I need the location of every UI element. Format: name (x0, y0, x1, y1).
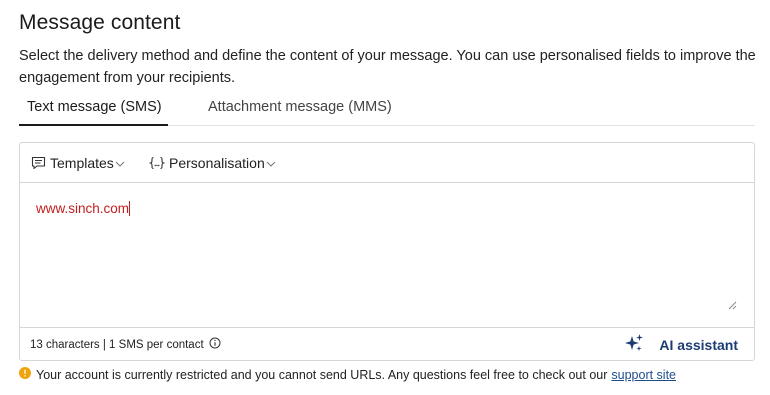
page-title: Message content (19, 11, 181, 34)
tab-mms[interactable]: Attachment message (MMS) (208, 94, 392, 126)
editor-footer: 13 characters | 1 SMS per contact AI ass… (20, 327, 754, 360)
info-icon[interactable] (209, 337, 221, 352)
support-site-link[interactable]: support site (611, 368, 676, 382)
personalisation-dropdown[interactable]: Personalisation (149, 143, 276, 183)
character-count-text: 13 characters | 1 SMS per contact (30, 338, 204, 351)
page-description: Select the delivery method and define th… (19, 48, 756, 86)
templates-dropdown[interactable]: Templates (31, 143, 125, 183)
editor-toolbar: Templates Personalisation (20, 143, 754, 183)
sparkles-icon (624, 333, 644, 356)
message-textarea[interactable]: www.sinch.com (20, 183, 754, 328)
tab-sms[interactable]: Text message (SMS) (19, 94, 168, 126)
notice-text: Your account is currently restricted and… (36, 367, 608, 382)
message-type-tabs: Text message (SMS) Attachment message (M… (19, 94, 755, 126)
text-caret (129, 201, 131, 216)
message-editor: Templates Personalisation www.sinch.com (19, 142, 755, 361)
chevron-down-icon (266, 160, 276, 168)
restriction-notice: Your account is currently restricted and… (19, 367, 676, 382)
warning-icon (19, 367, 31, 382)
character-counter: 13 characters | 1 SMS per contact (30, 328, 221, 361)
message-text: www.sinch.com (36, 201, 130, 216)
ai-assistant-button[interactable]: AI assistant (624, 328, 738, 361)
braces-icon (149, 156, 165, 170)
message-icon (31, 156, 46, 170)
personalisation-label: Personalisation (169, 155, 265, 171)
chevron-down-icon (115, 160, 125, 168)
ai-assistant-label: AI assistant (659, 336, 738, 353)
templates-label: Templates (50, 155, 114, 171)
